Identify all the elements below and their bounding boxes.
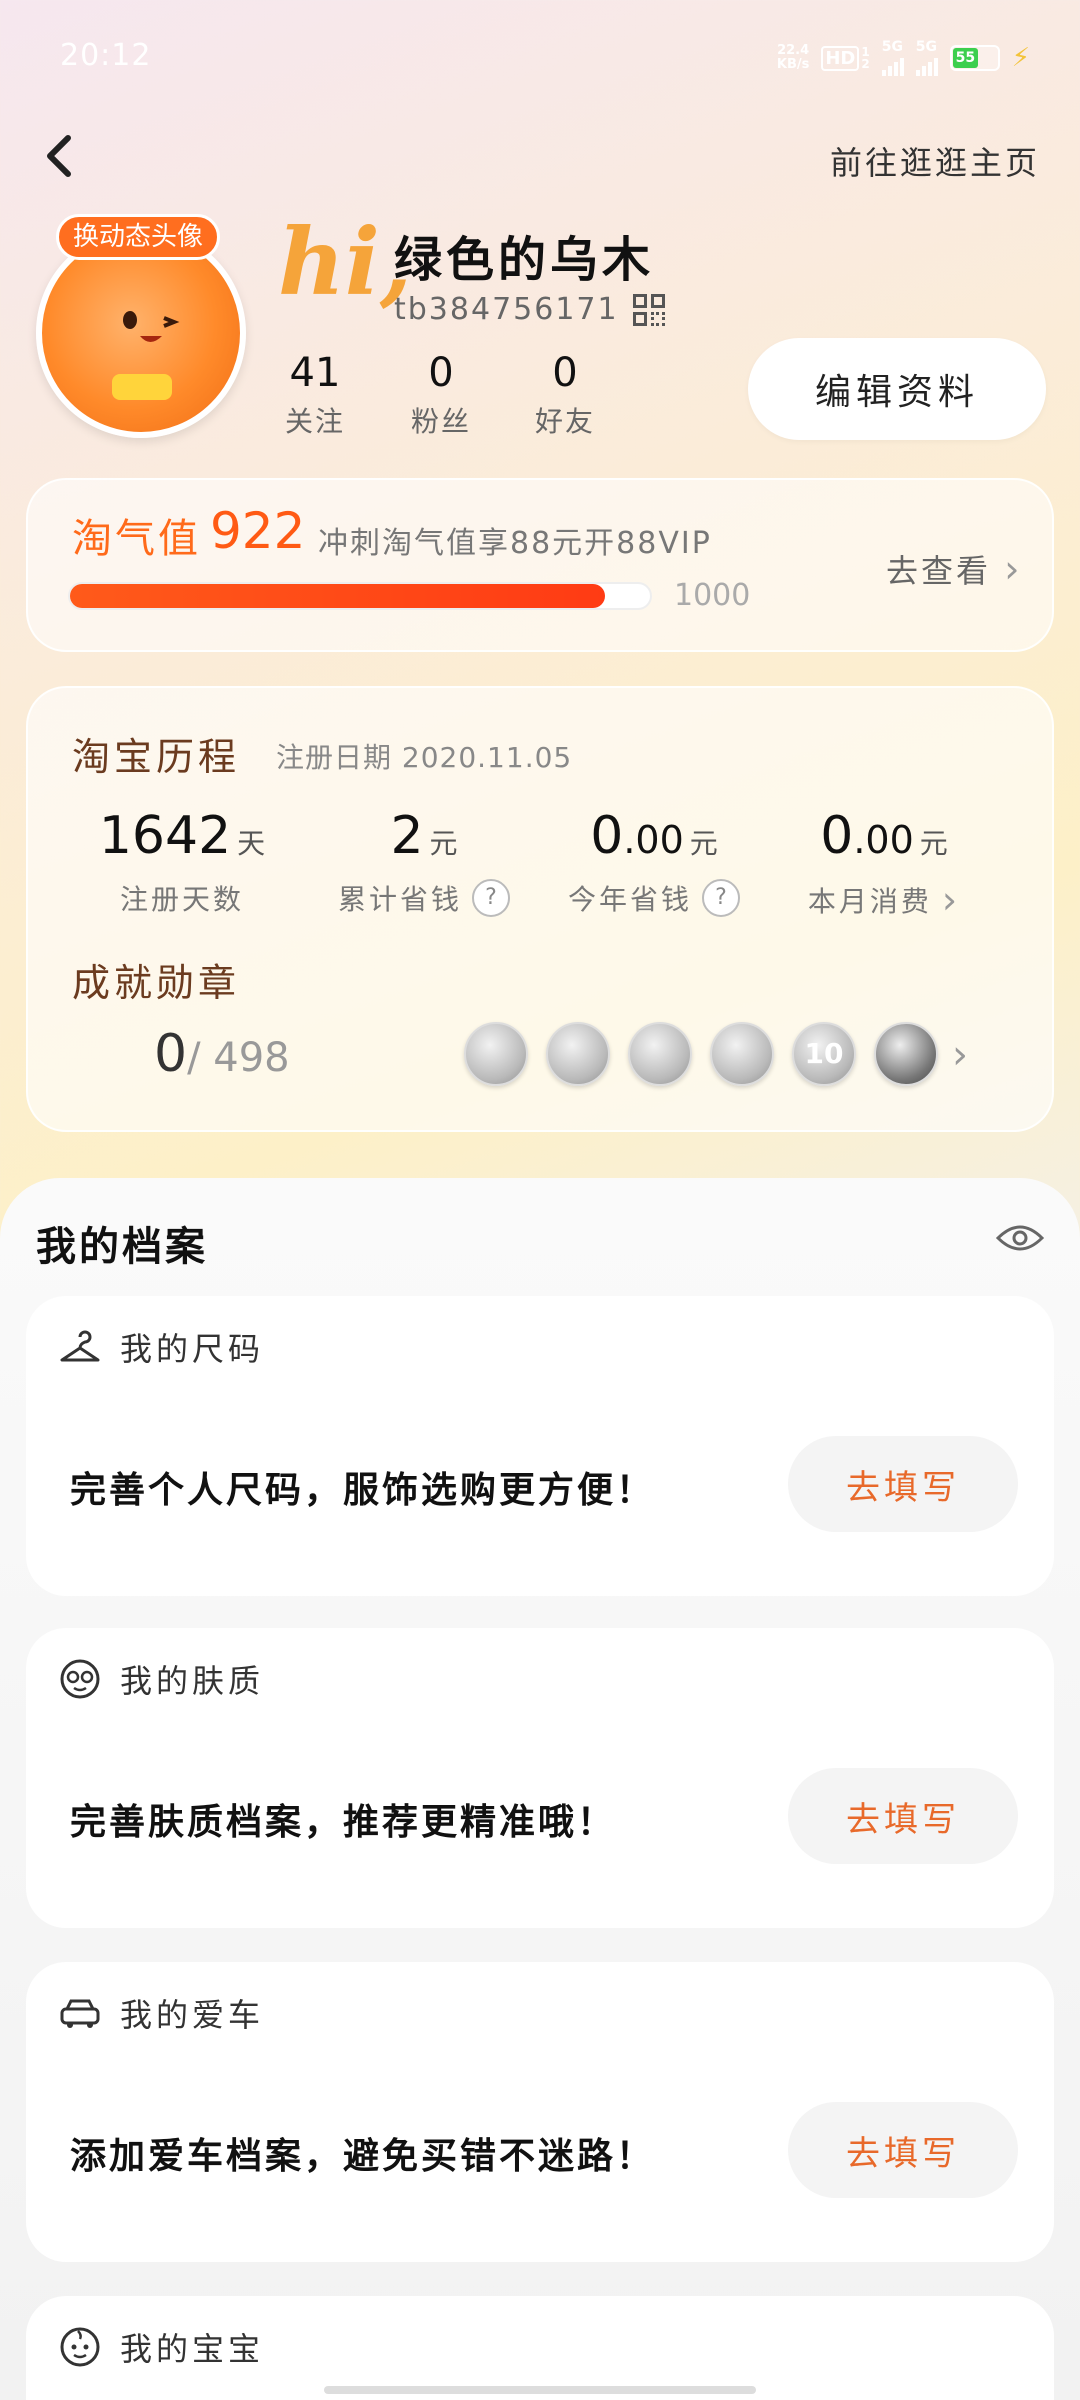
status-bar: 20:12 22.4 KB/s HD 1 2 5G 5G 55 ⚡ <box>0 0 1080 120</box>
change-avatar-badge[interactable]: 换动态头像 <box>56 214 221 260</box>
edit-profile-button[interactable]: 编辑资料 <box>748 338 1046 440</box>
stat-following[interactable]: 41 关注 <box>270 350 360 440</box>
archive-card-text: 添加爱车档案，避免买错不迷路！ <box>70 2136 656 2177</box>
account-id-row[interactable]: tb384756171 <box>394 292 665 327</box>
home-indicator[interactable] <box>324 2386 756 2394</box>
fill-car-button[interactable]: 去填写 <box>788 2102 1018 2198</box>
visit-homepage-link[interactable]: 前往逛逛主页 <box>830 138 1040 184</box>
taoqi-promo: 冲刺淘气值享88元开88VIP <box>318 526 712 561</box>
username: 绿色的乌木 <box>394 232 655 288</box>
chevron-right-icon: › <box>941 878 961 922</box>
signal-icon-2: 5G <box>915 40 938 76</box>
medal-character-icon[interactable] <box>874 1022 938 1086</box>
signal-icon-1: 5G <box>881 40 904 76</box>
net-speed: 22.4 KB/s <box>776 43 810 72</box>
stat-month-spend[interactable]: 0.00 元 本月消费 › <box>774 806 994 922</box>
help-icon[interactable]: ? <box>472 879 510 917</box>
medal-dog-icon[interactable] <box>710 1022 774 1086</box>
taoqi-max: 1000 <box>674 578 751 613</box>
archive-card-size: 我的尺码 完善个人尺码，服饰选购更方便！ 去填写 <box>26 1296 1054 1596</box>
fill-skin-button[interactable]: 去填写 <box>788 1768 1018 1864</box>
medal-cat-icon[interactable] <box>628 1022 692 1086</box>
car-icon <box>60 1999 100 2028</box>
eye-icon[interactable] <box>996 1222 1044 1254</box>
archive-title: 我的档案 <box>36 1224 208 1270</box>
greeting: hi, <box>278 208 412 316</box>
taoqi-progress-bar <box>68 582 652 610</box>
taoqi-view-link[interactable]: 去查看 › <box>886 546 1022 592</box>
chevron-right-icon: › <box>1004 547 1023 591</box>
hd-icon: HD 1 2 <box>821 45 870 71</box>
system-icons: 22.4 KB/s HD 1 2 5G 5G 55 ⚡ <box>777 40 1030 76</box>
avatar-face-icon <box>123 311 180 342</box>
archive-card-text: 完善肤质档案，推荐更精准哦！ <box>70 1802 617 1843</box>
face-icon <box>60 1659 100 1699</box>
archive-card-title: 我的爱车 <box>120 1996 265 2034</box>
stat-fans[interactable]: 0 粉丝 <box>396 350 486 440</box>
battery-icon: 55 <box>949 45 1000 71</box>
archive-card-text: 完善个人尺码，服饰选购更方便！ <box>70 1470 656 1511</box>
archive-card-skin: 我的肤质 完善肤质档案，推荐更精准哦！ 去填写 <box>26 1628 1054 1928</box>
fill-size-button[interactable]: 去填写 <box>788 1436 1018 1532</box>
medal-lipstick-icon[interactable] <box>464 1022 528 1086</box>
chevron-right-icon[interactable]: › <box>952 1032 968 1078</box>
archive-card-baby: 我的宝宝 <box>26 2296 1054 2400</box>
badges-title: 成就勋章 <box>72 961 241 1005</box>
qr-code-icon[interactable] <box>632 293 665 326</box>
hanger-icon <box>60 1330 100 1362</box>
taoqi-progress-fill <box>70 584 605 608</box>
taoqi-value: 922 <box>210 502 306 560</box>
stat-register-days: 1642 天 注册天数 <box>98 806 266 916</box>
archive-card-car: 我的爱车 添加爱车档案，避免买错不迷路！ 去填写 <box>26 1962 1054 2262</box>
stat-total-saved[interactable]: 2元 累计省钱? <box>314 806 534 918</box>
account-id: tb384756171 <box>394 292 619 327</box>
baby-icon <box>60 2327 100 2367</box>
back-arrow-icon[interactable] <box>38 132 82 177</box>
medal-10-icon[interactable]: 10 <box>792 1022 856 1086</box>
badges-count: 0/ 498 <box>154 1024 290 1084</box>
archive-card-title: 我的尺码 <box>120 1330 265 1368</box>
taoqi-label: 淘气值 <box>72 516 201 562</box>
charging-icon: ⚡ <box>1011 43 1030 73</box>
status-time: 20:12 <box>60 38 152 73</box>
stat-year-saved[interactable]: 0.00 元 今年省钱? <box>544 806 764 918</box>
stat-friends[interactable]: 0 好友 <box>520 350 610 440</box>
help-icon[interactable]: ? <box>702 879 740 917</box>
register-date: 注册日期 2020.11.05 <box>276 741 573 774</box>
medal-cake-icon[interactable] <box>546 1022 610 1086</box>
archive-card-title: 我的宝宝 <box>120 2330 265 2368</box>
journey-title: 淘宝历程 <box>72 735 241 779</box>
archive-card-title: 我的肤质 <box>120 1662 265 1700</box>
avatar-bowtie-icon <box>112 374 172 400</box>
